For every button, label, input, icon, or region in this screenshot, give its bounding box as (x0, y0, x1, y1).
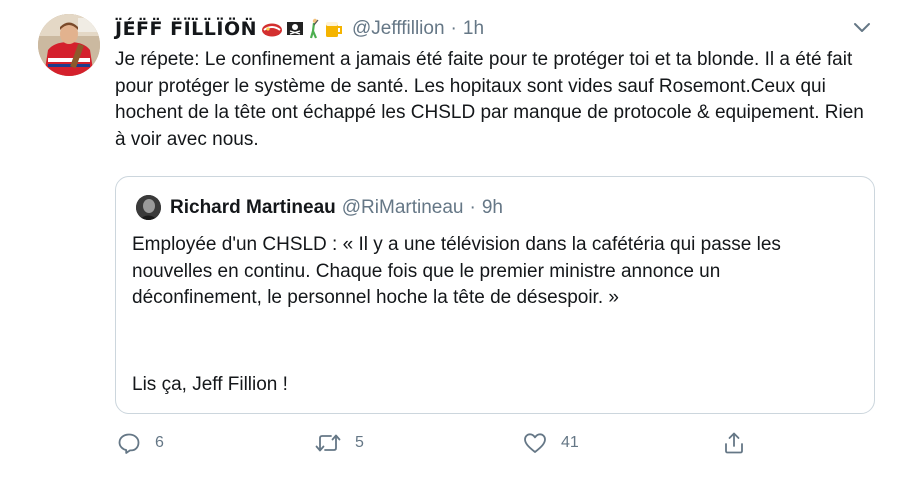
author-handle[interactable]: @Jefffillion (352, 18, 445, 40)
retweet-button[interactable]: 5 (315, 428, 364, 458)
chevron-down-icon (854, 23, 870, 32)
author-name-emojis (261, 18, 344, 40)
quoted-header-separator: · (469, 196, 476, 218)
quoted-author-avatar-image (136, 195, 161, 220)
share-icon (725, 432, 743, 454)
tweet-header: J̈É̈F̈F̈ F̈ÏL̈L̈ÏÖN̈ @Jefffillion · 1h (115, 14, 484, 44)
tweet-action-bar: 6 5 41 (115, 428, 875, 458)
tweet-text: Je répete: Le confinement a jamais été f… (115, 49, 864, 150)
author-display-name[interactable]: J̈É̈F̈F̈ F̈ÏL̈L̈ÏÖN̈ (115, 18, 257, 40)
author-avatar-image (38, 14, 100, 76)
quoted-tweet-text: Employée d'un CHSLD : « Il y a une télév… (132, 234, 781, 308)
header-separator: · (450, 18, 457, 39)
hockey-helmet-icon (262, 23, 283, 37)
quoted-tweet-timestamp: 9h (481, 196, 503, 218)
beer-mug-icon (326, 22, 343, 37)
quoted-author-name: Richard Martineau (170, 196, 336, 218)
quoted-author-handle: @RiMartineau (341, 196, 464, 218)
quoted-tweet-header: Richard Martineau @RiMartineau · 9h (136, 195, 503, 220)
tweet[interactable]: J̈É̈F̈F̈ F̈ÏL̈L̈ÏÖN̈ @Jefffillion · 1h J… (0, 0, 904, 480)
reply-count: 6 (155, 434, 164, 451)
reply-button[interactable]: 6 (117, 428, 164, 458)
author-avatar[interactable] (38, 14, 100, 76)
retweet-count: 5 (355, 434, 364, 451)
like-button[interactable]: 41 (523, 428, 579, 458)
tweet-timestamp[interactable]: 1h (463, 18, 484, 40)
golfer-icon (309, 18, 319, 39)
pirate-flag-icon (287, 22, 304, 35)
like-count: 41 (561, 434, 579, 451)
quoted-tweet[interactable]: Richard Martineau @RiMartineau · 9h Empl… (115, 176, 875, 414)
tweet-more-button[interactable] (852, 20, 872, 34)
quoted-tweet-text-second-paragraph: Lis ça, Jeff Fillion ! (132, 374, 288, 395)
quoted-author-avatar (136, 195, 161, 220)
retweet-icon (315, 434, 341, 452)
share-button[interactable] (723, 428, 745, 458)
heart-icon (524, 433, 546, 453)
reply-icon (118, 433, 140, 454)
